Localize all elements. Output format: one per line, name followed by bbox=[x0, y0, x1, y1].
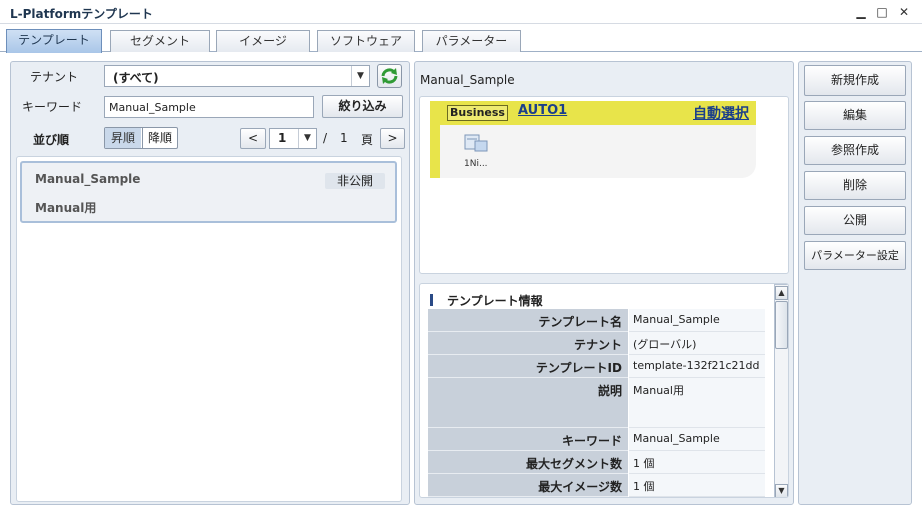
tab-template[interactable]: テンプレート bbox=[6, 29, 102, 53]
delete-button[interactable]: 削除 bbox=[804, 171, 906, 200]
info-key: テンプレートID bbox=[428, 355, 628, 378]
close-icon[interactable]: ✕ bbox=[895, 3, 913, 21]
refresh-button[interactable] bbox=[377, 64, 402, 88]
minimize-icon[interactable]: ▁ bbox=[852, 3, 870, 21]
info-key: 最大セグメント数 bbox=[428, 451, 628, 474]
status-badge: 非公開 bbox=[325, 173, 385, 189]
tab-segment[interactable]: セグメント bbox=[110, 30, 210, 52]
chevron-down-icon[interactable]: ▼ bbox=[298, 129, 316, 148]
publish-button[interactable]: 公開 bbox=[804, 206, 906, 235]
table-row: 最大セグメント数 1 個 bbox=[428, 451, 765, 474]
window-title: L-Platformテンプレート bbox=[10, 7, 153, 21]
sort-asc-button[interactable]: 昇順 bbox=[105, 128, 141, 148]
table-row: テナント (グローバル) bbox=[428, 332, 765, 355]
info-key: 最大イメージ数 bbox=[428, 474, 628, 497]
template-info-title: テンプレート情報 bbox=[447, 294, 543, 308]
table-row: 最大イメージ数 1 個 bbox=[428, 474, 765, 497]
info-value: Manual_Sample bbox=[629, 309, 765, 332]
page-total: 1 bbox=[340, 131, 348, 145]
tenant-label: テナント bbox=[30, 70, 79, 84]
server-icon[interactable] bbox=[461, 133, 489, 155]
info-key: テンプレート名 bbox=[428, 309, 628, 332]
scroll-thumb[interactable] bbox=[775, 301, 788, 349]
tenant-select-value: (すべて) bbox=[113, 71, 159, 85]
table-row: テンプレートID template-132f21c21dd bbox=[428, 355, 765, 378]
prev-page-button[interactable]: < bbox=[240, 128, 266, 149]
keyword-input[interactable]: Manual_Sample bbox=[104, 96, 314, 118]
scroll-down-icon[interactable]: ▼ bbox=[775, 484, 788, 497]
segment-link[interactable]: AUTO1 bbox=[518, 103, 567, 118]
table-row: テンプレート名 Manual_Sample bbox=[428, 309, 765, 332]
info-key: キーワード bbox=[428, 428, 628, 451]
detail-title: Manual_Sample bbox=[420, 73, 515, 87]
tab-strip: テンプレート セグメント イメージ ソフトウェア パラメーター bbox=[0, 24, 922, 53]
auto-select-link[interactable]: 自動選択 bbox=[693, 103, 749, 123]
info-value: Manual_Sample bbox=[629, 428, 765, 451]
tab-software[interactable]: ソフトウェア bbox=[317, 30, 415, 52]
parameter-settings-button[interactable]: パラメーター設定 bbox=[804, 241, 906, 270]
page-unit: 頁 bbox=[361, 133, 374, 147]
keyword-label: キーワード bbox=[22, 100, 83, 114]
table-row: キーワード Manual_Sample bbox=[428, 428, 765, 451]
template-name: Manual_Sample bbox=[35, 172, 141, 186]
section-marker bbox=[430, 294, 433, 306]
template-info-box: テンプレート情報 テンプレート名 Manual_Sample テナント (グロー… bbox=[419, 283, 789, 498]
scroll-up-icon[interactable]: ▲ bbox=[775, 286, 788, 300]
info-scrollbar[interactable]: ▲ ▼ bbox=[774, 284, 788, 497]
refresh-icon bbox=[381, 68, 398, 84]
maximize-icon[interactable]: □ bbox=[873, 3, 891, 21]
tenant-select[interactable]: (すべて) ▼ bbox=[104, 65, 370, 87]
info-value: 1 個 bbox=[629, 451, 765, 474]
sort-toggle: 昇順 降順 bbox=[104, 127, 178, 149]
title-bar: L-Platformテンプレート ▁ □ ✕ bbox=[0, 0, 922, 24]
page-current: 1 bbox=[278, 131, 287, 145]
info-value: template-132f21c21dd bbox=[629, 355, 765, 378]
info-value: (グローバル) bbox=[629, 332, 765, 355]
filter-button[interactable]: 絞り込み bbox=[322, 95, 403, 118]
table-row: 説明 Manual用 bbox=[428, 378, 765, 428]
page-select[interactable]: 1 ▼ bbox=[269, 128, 317, 149]
copy-create-button[interactable]: 参照作成 bbox=[804, 136, 906, 165]
next-page-button[interactable]: > bbox=[380, 128, 405, 149]
template-info-table: テンプレート名 Manual_Sample テナント (グローバル) テンプレー… bbox=[428, 309, 765, 497]
info-value: Manual用 bbox=[629, 378, 765, 428]
page-separator: / bbox=[323, 131, 328, 145]
create-button[interactable]: 新規作成 bbox=[804, 65, 906, 96]
tab-image[interactable]: イメージ bbox=[216, 30, 310, 52]
info-key: 説明 bbox=[428, 378, 628, 428]
tab-parameter[interactable]: パラメーター bbox=[422, 30, 521, 52]
edit-button[interactable]: 編集 bbox=[804, 101, 906, 130]
chevron-down-icon[interactable]: ▼ bbox=[351, 66, 369, 86]
sort-label: 並び順 bbox=[33, 133, 70, 147]
list-item[interactable]: Manual_Sample 非公開 Manual用 bbox=[20, 161, 397, 223]
info-value: 1 個 bbox=[629, 474, 765, 497]
info-key: テナント bbox=[428, 332, 628, 355]
server-label: 1Ni... bbox=[464, 159, 488, 169]
template-description: Manual用 bbox=[35, 201, 97, 215]
segment-label: Business bbox=[447, 105, 508, 121]
sort-desc-button[interactable]: 降順 bbox=[142, 128, 177, 148]
segment-edge bbox=[430, 101, 440, 178]
